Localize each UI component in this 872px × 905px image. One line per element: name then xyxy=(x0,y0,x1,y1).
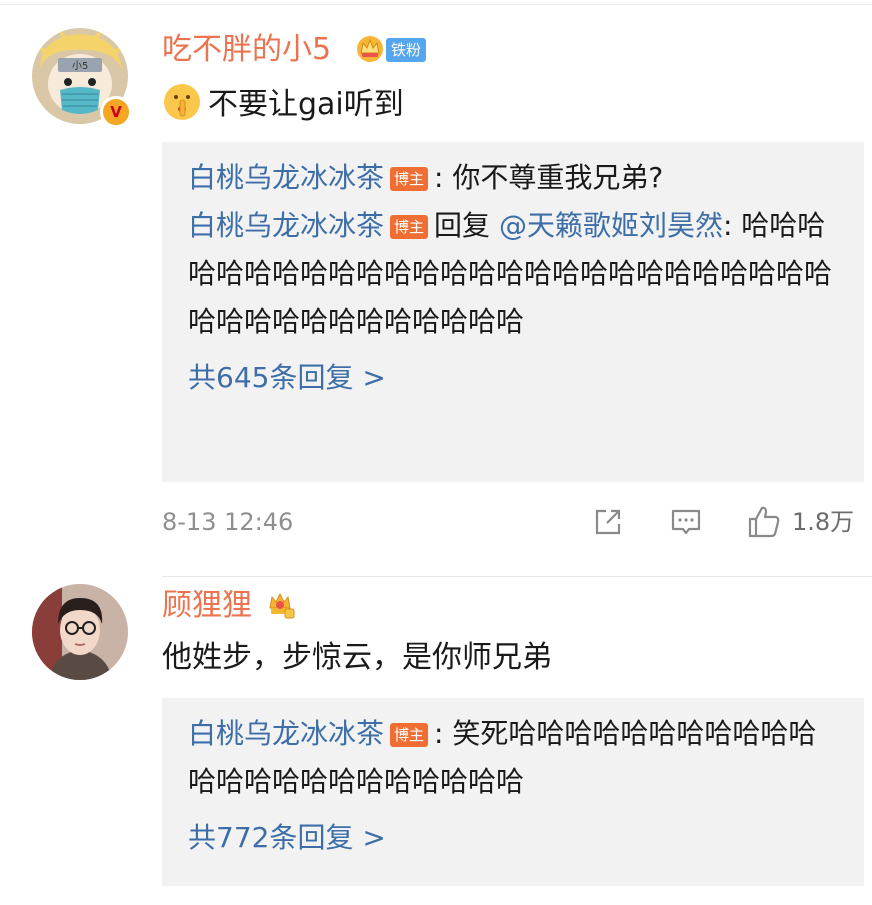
comment-body: 他姓步，步惊云，是你师兄弟 xyxy=(162,640,552,675)
reply-box[interactable]: 白桃乌龙冰冰茶 博主: 你不尊重我兄弟? 白桃乌龙冰冰茶 博主 回复 @天籁歌姬刘昊然… xyxy=(162,142,864,482)
reply-text: : 你不尊重我兄弟? xyxy=(434,161,664,194)
comment-text: 不要让gai听到 xyxy=(162,82,404,127)
svg-text:小5: 小5 xyxy=(72,60,88,72)
mention-link[interactable]: @天籁歌姬刘昊然 xyxy=(499,209,723,242)
verified-badge: V xyxy=(100,96,132,128)
avatar[interactable] xyxy=(32,584,128,680)
reply-item[interactable]: 白桃乌龙冰冰茶 博主 回复 @天籁歌姬刘昊然: 哈哈哈哈哈哈哈哈哈哈哈哈哈哈哈哈哈哈… xyxy=(188,202,838,346)
timestamp: 8-13 12:46 xyxy=(162,508,294,536)
reply-prefix: 回复 xyxy=(434,209,499,242)
photo-avatar-icon xyxy=(32,584,128,680)
share-icon[interactable] xyxy=(592,506,624,538)
host-badge: 博主 xyxy=(390,723,429,747)
reply-author[interactable]: 白桃乌龙冰冰茶 xyxy=(188,209,384,242)
fan-badge: 铁粉 xyxy=(386,38,427,62)
reply-item[interactable]: 白桃乌龙冰冰茶 博主: 笑死哈哈哈哈哈哈哈哈哈哈哈哈哈哈哈哈哈哈哈哈哈哈哈 xyxy=(188,710,838,806)
reply-author[interactable]: 白桃乌龙冰冰茶 xyxy=(188,717,384,750)
more-replies-link[interactable]: 共645条回复 > xyxy=(188,354,838,402)
verified-mark: V xyxy=(110,103,122,121)
member-crown-icon xyxy=(269,592,295,619)
reply-box[interactable]: 白桃乌龙冰冰茶 博主: 笑死哈哈哈哈哈哈哈哈哈哈哈哈哈哈哈哈哈哈哈哈哈哈哈 共77… xyxy=(162,698,864,886)
shushing-face-icon xyxy=(164,84,200,120)
more-replies-link[interactable]: 共772条回复 > xyxy=(188,814,838,862)
host-badge: 博主 xyxy=(390,167,429,191)
top-divider xyxy=(0,4,872,5)
username[interactable]: 吃不胖的小5 xyxy=(162,30,331,70)
crown-icon xyxy=(357,36,383,62)
reply-author[interactable]: 白桃乌龙冰冰茶 xyxy=(188,161,384,194)
comment-body: 不要让gai听到 xyxy=(208,87,404,122)
comment-meta: 8-13 12:46 1.8万 xyxy=(162,502,864,542)
host-badge: 博主 xyxy=(390,215,429,239)
username[interactable]: 顾狸狸 xyxy=(162,586,252,626)
reply-item[interactable]: 白桃乌龙冰冰茶 博主: 你不尊重我兄弟? xyxy=(188,154,838,202)
comment-icon[interactable] xyxy=(670,506,702,538)
like-count: 1.8万 xyxy=(792,508,855,536)
comment-item: 顾狸狸 他姓步，步惊云，是你师兄弟 白桃乌龙冰冰茶 博主: 笑死哈哈哈哈哈哈哈哈哈… xyxy=(0,572,872,905)
thumbs-up-icon[interactable] xyxy=(746,504,782,540)
comment-item: 小5 V 吃不胖的小5 铁粉 不要让gai听到 白桃乌龙冰冰茶 博主: 你不尊重我… xyxy=(0,16,872,577)
